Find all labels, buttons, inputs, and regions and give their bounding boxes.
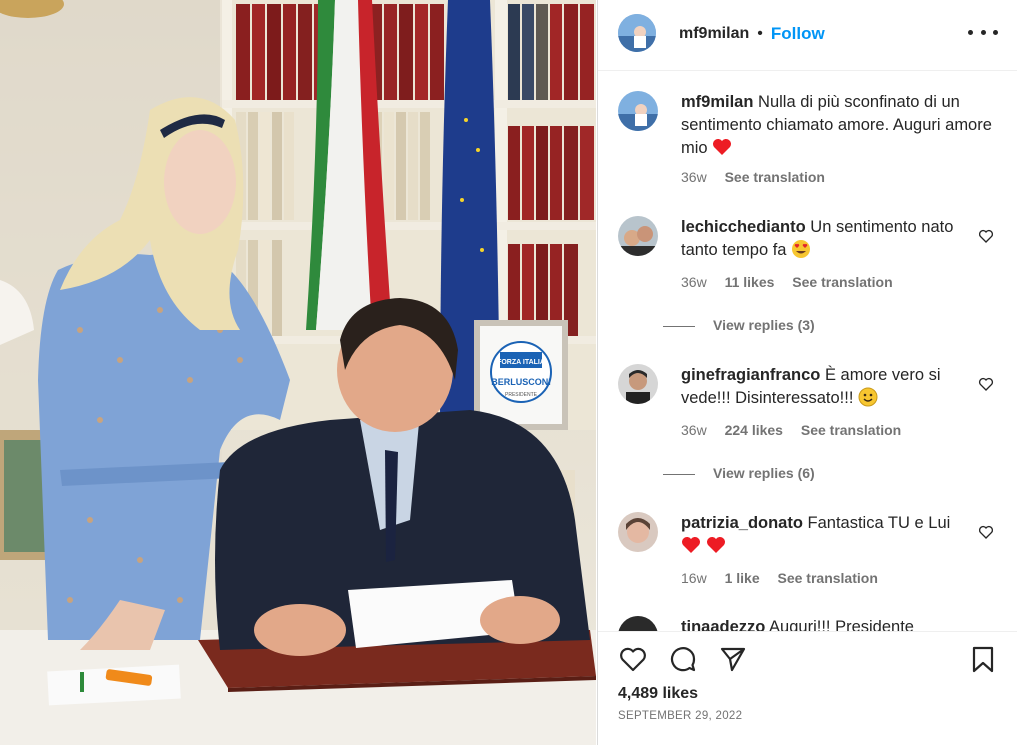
avatar-image [618, 216, 658, 256]
view-replies-button[interactable]: View replies (6) [663, 465, 815, 481]
more-icon [968, 29, 973, 35]
red-heart-emoji-icon [713, 139, 732, 155]
comment-text: Auguri!!! Presidente [769, 618, 914, 631]
avatar-image [618, 91, 658, 131]
caption-meta: 36w See translation [681, 169, 839, 185]
caption: mf9milan Nulla di più sconfinato di un s… [618, 91, 998, 191]
author-username[interactable]: mf9milan [679, 25, 749, 43]
view-replies-label: View replies (6) [713, 465, 815, 481]
see-translation-link[interactable]: See translation [725, 169, 825, 185]
author-avatar[interactable] [618, 14, 656, 52]
view-replies-label: View replies (3) [713, 317, 815, 333]
comment-item: patrizia_donato Fantastica TU e Lui 16w … [618, 512, 998, 592]
comment-username[interactable]: ginefragianfranco [681, 366, 820, 384]
like-comment-heart-icon[interactable] [978, 376, 994, 392]
caption-text-block: mf9milan Nulla di più sconfinato di un s… [681, 91, 1001, 160]
comment-time: 16w [681, 570, 707, 586]
post-detail-panel: mf9milan • Follow mf9milan Nulla di più … [597, 0, 1017, 746]
smiley-emoji-icon [858, 387, 878, 407]
likes-count[interactable]: 4,489 likes [618, 685, 698, 703]
comment-meta: 36w 224 likes See translation [681, 422, 915, 438]
separator-dot: • [757, 25, 763, 42]
like-icon[interactable] [618, 644, 648, 674]
view-replies-button[interactable]: View replies (3) [663, 317, 815, 333]
see-translation-link[interactable]: See translation [801, 422, 901, 438]
avatar-image [618, 364, 658, 404]
post-header: mf9milan • Follow [598, 0, 1017, 71]
avatar-image [618, 14, 656, 52]
svg-text:BERLUSCONI: BERLUSCONI [491, 377, 551, 387]
see-translation-link[interactable]: See translation [792, 274, 892, 290]
comment-avatar[interactable] [618, 512, 658, 552]
comment-avatar[interactable] [618, 364, 658, 404]
heart-eyes-emoji-icon [792, 240, 811, 258]
comment-text-block: lechicchedianto Un sentimento nato tanto… [681, 216, 973, 262]
comment-text: Fantastica TU e Lui [807, 514, 951, 532]
post-actions-bar: 4,489 likes SEPTEMBER 29, 2022 [598, 631, 1017, 746]
comment-text-block: tinaadezzo Auguri!!! Presidente [681, 616, 973, 631]
caption-avatar[interactable] [618, 91, 658, 131]
svg-text:FORZA ITALIA: FORZA ITALIA [497, 359, 545, 366]
comment-item: tinaadezzo Auguri!!! Presidente [618, 616, 998, 631]
like-comment-heart-icon[interactable] [978, 228, 994, 244]
see-translation-link[interactable]: See translation [778, 570, 878, 586]
comment-item: ginefragianfranco È amore vero si vede!!… [618, 364, 998, 484]
like-comment-heart-icon[interactable] [978, 524, 994, 540]
comment-time: 36w [681, 422, 707, 438]
comment-likes[interactable]: 224 likes [725, 422, 783, 438]
comment-icon[interactable] [668, 644, 698, 674]
comment-text-block: patrizia_donato Fantastica TU e Lui [681, 512, 973, 558]
header-user-row: mf9milan • Follow [679, 24, 825, 44]
post-image: FORZA ITALIA BERLUSCONI PRESIDENTE [0, 0, 596, 745]
post-date: SEPTEMBER 29, 2022 [618, 710, 743, 722]
comment-meta: 16w 1 like See translation [681, 570, 892, 586]
red-heart-emoji-icon [706, 537, 725, 553]
comment-likes[interactable]: 1 like [725, 570, 760, 586]
red-heart-emoji-icon [682, 537, 700, 553]
comment-username[interactable]: tinaadezzo [681, 618, 765, 631]
comment-username[interactable]: lechicchedianto [681, 218, 806, 236]
replies-line [663, 473, 695, 475]
comment-avatar[interactable] [618, 616, 658, 631]
more-options-button[interactable] [968, 20, 998, 44]
replies-line [663, 325, 695, 327]
comment-likes[interactable]: 11 likes [725, 274, 775, 290]
comment-avatar[interactable] [618, 216, 658, 256]
avatar-image [618, 512, 658, 552]
share-icon[interactable] [718, 644, 748, 674]
caption-username[interactable]: mf9milan [681, 93, 753, 111]
save-icon[interactable] [968, 644, 998, 674]
comment-meta: 36w 11 likes See translation [681, 274, 907, 290]
comment-text-block: ginefragianfranco È amore vero si vede!!… [681, 364, 973, 410]
comment-username[interactable]: patrizia_donato [681, 514, 803, 532]
caption-time: 36w [681, 169, 707, 185]
post-photo[interactable]: FORZA ITALIA BERLUSCONI PRESIDENTE [0, 0, 596, 745]
comments-list[interactable]: mf9milan Nulla di più sconfinato di un s… [598, 71, 1017, 631]
comment-item: lechicchedianto Un sentimento nato tanto… [618, 216, 998, 336]
follow-button[interactable]: Follow [771, 24, 825, 44]
comment-time: 36w [681, 274, 707, 290]
svg-text:PRESIDENTE: PRESIDENTE [505, 392, 538, 398]
